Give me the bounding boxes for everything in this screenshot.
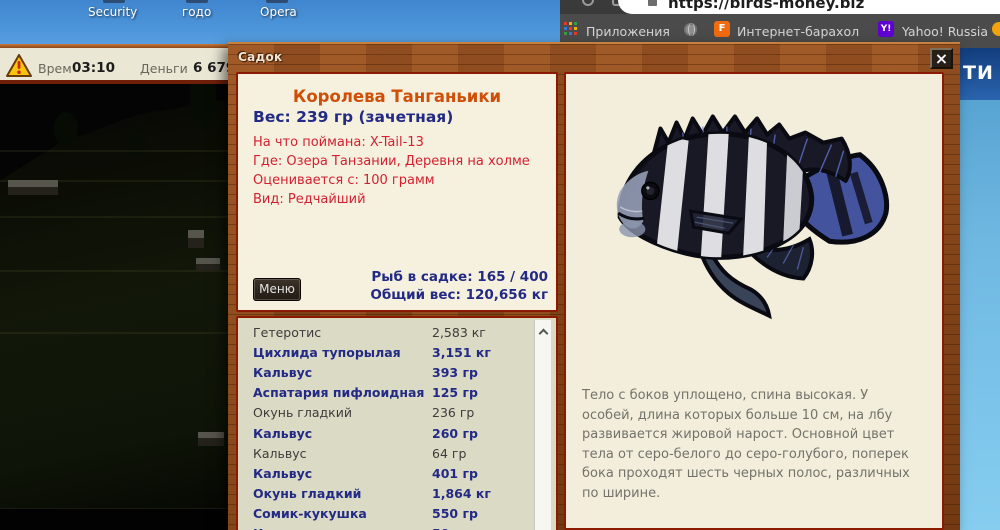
- water: [0, 508, 228, 530]
- fish-list-row[interactable]: Кальвус 64 гр: [238, 443, 538, 463]
- bookmark-yahoo-label[interactable]: Yahoo! Russia: [902, 24, 988, 39]
- website-header: ТИ: [960, 48, 1000, 100]
- house: [188, 230, 204, 248]
- fish-weight-cell: 550 гр: [432, 506, 478, 522]
- cage-count-line: Рыб в садке: 165 / 400: [371, 269, 548, 285]
- terrace-line: [0, 150, 228, 152]
- fish-weight-cell: 236 гр: [432, 405, 475, 421]
- fish-list-row[interactable]: Цихлида тупорылая 3,151 кг: [238, 342, 538, 362]
- fish-info-panel: Королева Танганьики Вес: 239 гр (зачетна…: [236, 72, 558, 312]
- fish-list-row[interactable]: Гетеротис 2,583 кг: [238, 322, 538, 342]
- house: [8, 180, 58, 195]
- fish-weight-cell: 64 гр: [432, 445, 467, 461]
- bait-line: На что поймана: X-Tail-13: [253, 135, 424, 150]
- fish-list-row[interactable]: Кальвус 393 гр: [238, 362, 538, 382]
- fish-list-row[interactable]: Аспатария пифлоидная 125 гр: [238, 383, 538, 403]
- desktop-wallpaper: Security годо Opera: [0, 0, 560, 48]
- hud-money-label: Деньги: [140, 61, 188, 76]
- close-x-icon: ×: [934, 49, 949, 68]
- fish-list-panel: Гетеротис 2,583 кг Цихлида тупорылая 3,151 …: [236, 316, 558, 530]
- fish-list-row[interactable]: Кальвус 260 гр: [238, 423, 538, 443]
- fish-details: На что поймана: X-Tail-13 Где: Озера Тан…: [253, 133, 556, 209]
- fish-weight-cell: 1,864 кг: [432, 486, 491, 502]
- fish-name-cell: Аспатария пифлоидная: [253, 385, 425, 401]
- desktop-icon[interactable]: [186, 0, 208, 3]
- close-button[interactable]: ×: [930, 48, 953, 69]
- fish-list-row[interactable]: Кальвус 401 гр: [238, 463, 538, 483]
- reload-icon[interactable]: [582, 0, 594, 6]
- terrace-line: [0, 216, 228, 218]
- fish-list-row[interactable]: Окунь гладкий 1,864 кг: [238, 484, 538, 504]
- apps-grid-icon[interactable]: [564, 22, 577, 35]
- game-hud-bar: Врем 03:10 Деньги 6 679: [0, 48, 235, 84]
- fish-weight-cell: 125 гр: [432, 385, 478, 401]
- desktop-icon-label-security[interactable]: Security: [88, 5, 137, 19]
- fish-name-cell: Кальвус: [253, 425, 313, 441]
- address-bar[interactable]: https://birds-money.biz: [618, 0, 1000, 14]
- website-background: ТИ: [960, 48, 1000, 530]
- bookmark-apps-label[interactable]: Приложения: [586, 24, 670, 39]
- desktop-icon[interactable]: [103, 0, 125, 3]
- fish-name-cell: Кальвус: [253, 465, 313, 481]
- browser-chrome: https://birds-money.biz Приложения F Инт…: [560, 0, 1000, 48]
- cage-weight-line: Общий вес: 120,656 кг: [370, 287, 548, 303]
- chevron-up-icon[interactable]: [539, 328, 547, 336]
- house: [196, 258, 220, 271]
- kind-line: Вид: Редчайший: [253, 192, 366, 207]
- fish-list-row[interactable]: Коелатура50 гр: [238, 524, 538, 530]
- tree-silhouette: [190, 84, 216, 130]
- hud-time-label: Врем: [38, 61, 72, 76]
- fish-name: Королева Танганьики: [292, 87, 502, 106]
- fish-list-row[interactable]: Сомик-кукушка 550 гр: [238, 504, 538, 524]
- place-line: Где: Озера Танзании, Деревня на холме: [253, 154, 530, 169]
- yahoo-icon[interactable]: Y!: [878, 21, 894, 37]
- fish-description-panel: Тело с боков уплощено, спина высокая. У …: [564, 72, 944, 530]
- fish-list: Гетеротис 2,583 кг Цихлида тупорылая 3,151 …: [238, 322, 538, 530]
- browser-toolbar: https://birds-money.biz: [560, 0, 1000, 14]
- fish-name-cell: Гетеротис: [253, 324, 322, 340]
- bookmark-f-icon[interactable]: F: [714, 21, 730, 37]
- fish-weight-cell: 401 гр: [432, 465, 478, 481]
- menu-button[interactable]: Меню: [253, 278, 301, 301]
- fish-weight: Вес: 239 гр (зачетная): [253, 108, 454, 126]
- fish-name-cell: Цихлида тупорылая: [253, 344, 401, 360]
- valued-line: Оценивается с: 100 грамм: [253, 173, 435, 188]
- bookmark-favicon[interactable]: [992, 22, 1000, 36]
- scrollbar[interactable]: [534, 320, 551, 530]
- desktop-icon-label-godo[interactable]: годо: [182, 5, 211, 19]
- fish-name-cell: Сомик-кукушка: [253, 506, 367, 522]
- hud-time-value: 03:10: [72, 60, 115, 76]
- fish-weight-cell: 50 гр: [432, 526, 469, 530]
- fish-name-cell: Окунь гладкий: [253, 405, 352, 421]
- game-scene: [0, 84, 228, 530]
- cage-totals: Рыб в садке: 165 / 400 Общий вес: 120,65…: [370, 268, 548, 304]
- website-header-text: ТИ: [963, 62, 994, 84]
- house: [198, 432, 224, 446]
- url-text[interactable]: https://birds-money.biz: [668, 0, 864, 12]
- tree-silhouette: [54, 112, 78, 146]
- fish-weight-cell: 260 гр: [432, 425, 478, 441]
- page-icon: [648, 0, 657, 6]
- fish-weight-cell: 3,151 кг: [432, 344, 491, 360]
- sadok-window: Садок × Королева Танганьики Вес: 239 гр …: [228, 42, 960, 530]
- bookmark-f-label[interactable]: Интернет-барахол: [737, 24, 859, 39]
- fish-image: [616, 114, 890, 320]
- terrace-line: [0, 270, 228, 272]
- desktop-icon-label-opera[interactable]: Opera: [260, 5, 297, 19]
- fish-list-row[interactable]: Окунь гладкий 236 гр: [238, 403, 538, 423]
- desktop-icon[interactable]: [266, 0, 288, 3]
- fish-weight-cell: 2,583 кг: [432, 324, 486, 340]
- fish-name-cell: Коелатура: [253, 526, 432, 530]
- globe-icon[interactable]: [684, 23, 697, 36]
- fish-name-cell: Кальвус: [253, 445, 307, 461]
- terrace-line: [0, 332, 228, 334]
- fish-name-cell: Кальвус: [253, 364, 313, 380]
- fish-description-text: Тело с боков уплощено, спина высокая. У …: [582, 388, 910, 501]
- warning-triangle-icon[interactable]: [6, 54, 32, 77]
- window-title: Садок: [238, 50, 283, 64]
- fish-name-cell: Окунь гладкий: [253, 486, 362, 502]
- fish-weight-cell: 393 гр: [432, 364, 478, 380]
